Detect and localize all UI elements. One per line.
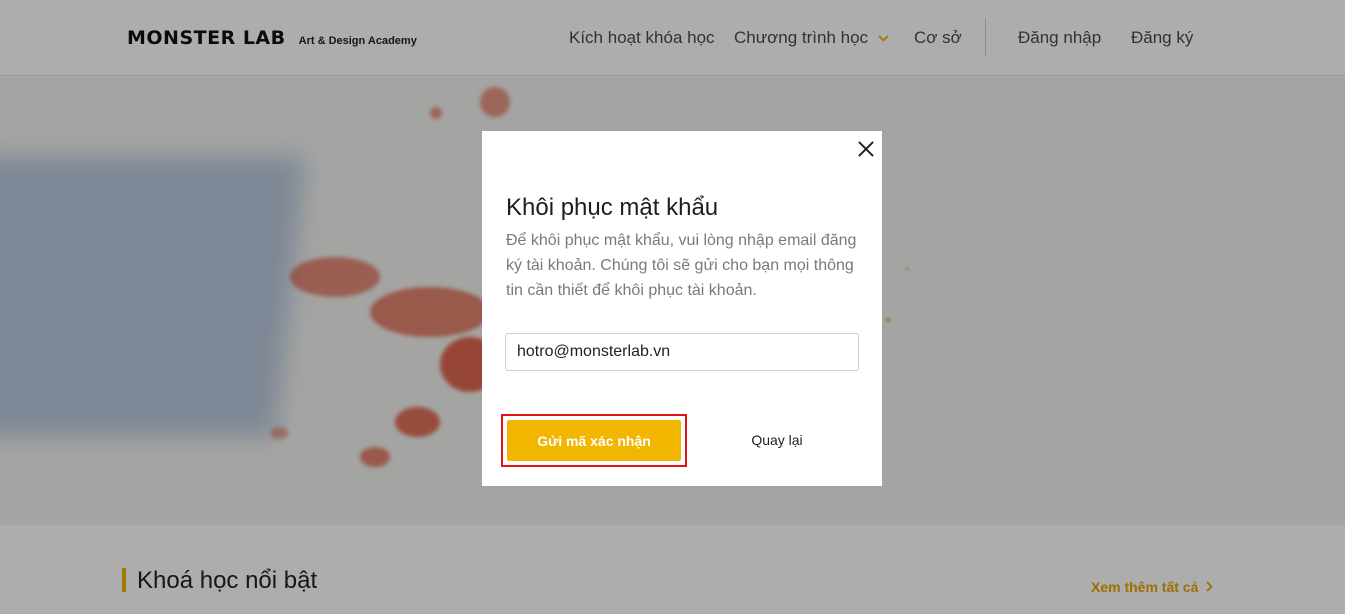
modal-description: Để khôi phục mật khẩu, vui lòng nhập ema… <box>506 232 857 299</box>
close-icon[interactable] <box>853 136 879 162</box>
modal-title: Khôi phục mật khẩu <box>506 194 719 221</box>
email-field[interactable] <box>505 333 859 371</box>
send-button-highlight: Gửi mã xác nhận <box>501 414 687 467</box>
back-button[interactable]: Quay lại <box>712 422 842 458</box>
send-code-button[interactable]: Gửi mã xác nhận <box>507 420 681 461</box>
password-recovery-modal: Khôi phục mật khẩu Để khôi phục mật khẩu… <box>482 131 882 486</box>
